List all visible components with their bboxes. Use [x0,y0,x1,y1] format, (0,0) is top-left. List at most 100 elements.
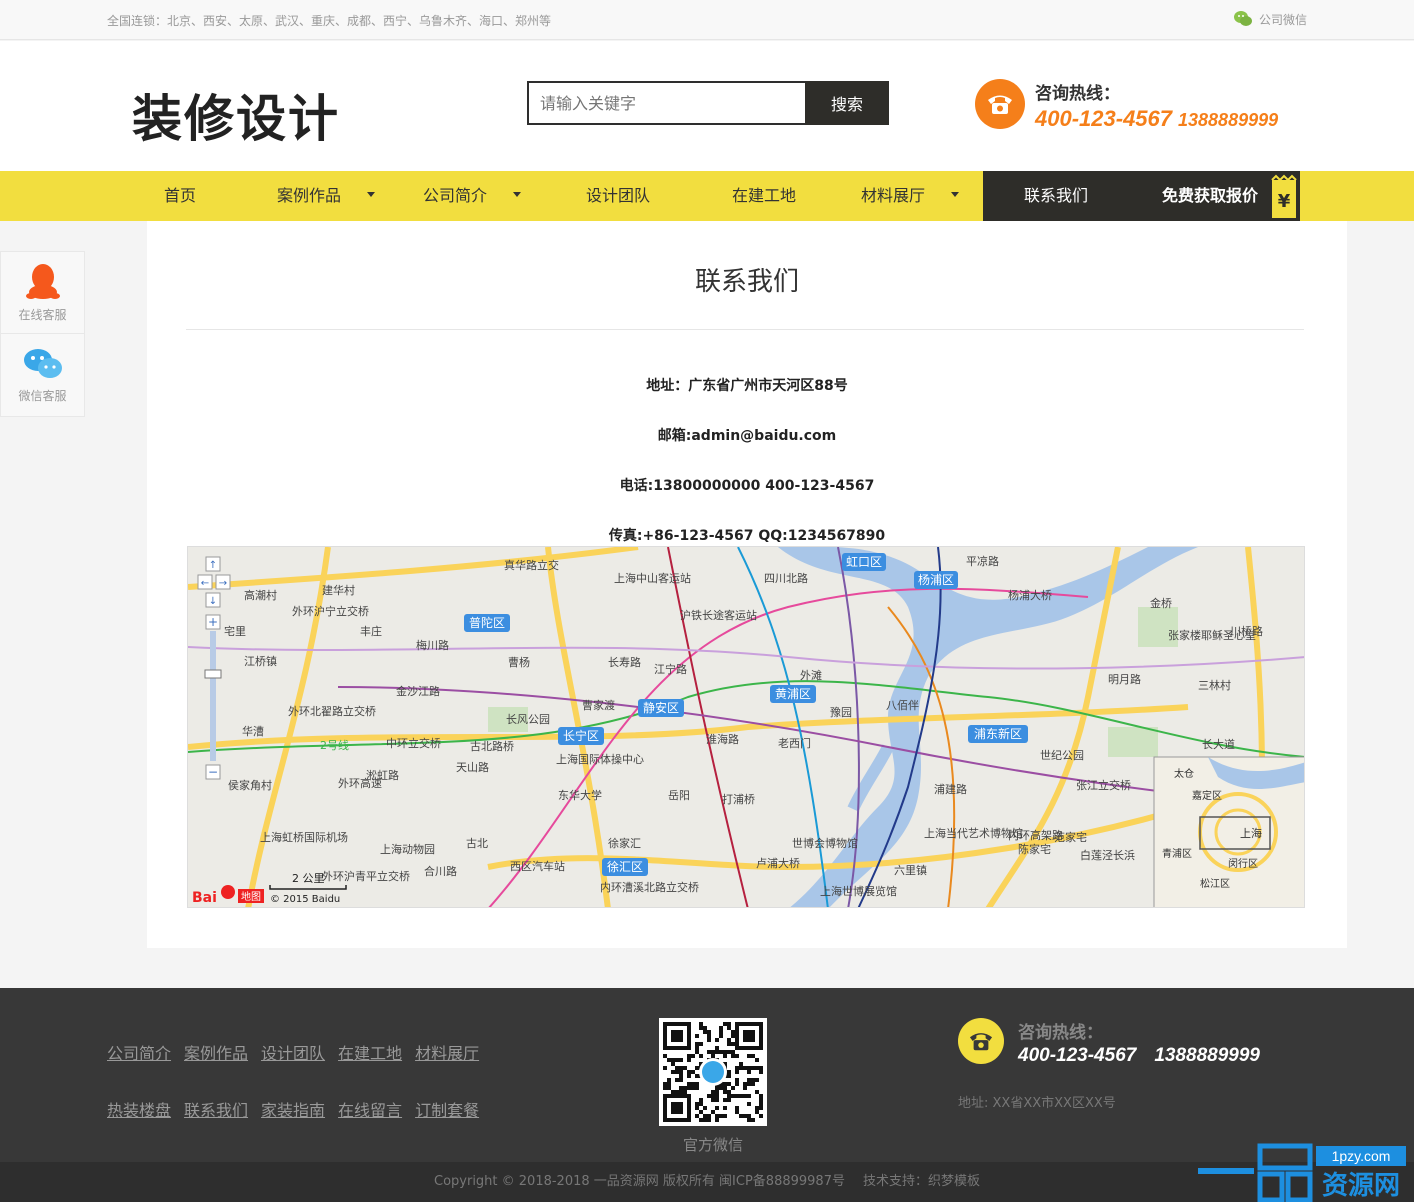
map-label: 东华大学 [558,788,602,802]
footer-hotline-number-1: 400-123-4567 [1018,1045,1137,1066]
map-label: 世博会博物馆 [792,836,858,850]
tech-support-text: 技术支持：织梦模板 [862,1174,980,1189]
footer-link[interactable]: 联系我们 [184,1097,248,1121]
footer-link[interactable]: 案例作品 [184,1040,248,1064]
map-label: 黄浦区 [775,687,811,701]
baidu-brand: Bai [192,890,217,906]
map-label: 徐汇区 [607,859,643,874]
footer-hotline-number-2: 1388889999 [1154,1045,1260,1066]
header-hotline: 咨询热线： 400-123-4567 1388889999 [975,79,1278,132]
map-label: 中环立交桥 [386,736,441,750]
map-label: 老西门 [778,736,811,750]
svg-text:←: ← [201,578,209,589]
map-label: 虹口区 [846,555,882,569]
map-label: 古北路桥 [470,740,514,753]
map-label: 杨浦大桥 [1008,588,1052,602]
phone-icon [975,79,1025,129]
map-label: 世纪公园 [1040,749,1084,762]
svg-text:太仓: 太仓 [1174,767,1194,780]
map-label: 豫园 [830,706,852,719]
caret-down-icon [951,192,959,197]
footer-link[interactable]: 家装指南 [261,1097,325,1121]
map-label: 天山路 [456,761,489,774]
baidu-map-label: 地图 [241,890,261,903]
map-label: 长风公园 [506,713,550,726]
map-overview[interactable]: 太仓 嘉定区 青浦区 上海 闵行区 松江区 [1153,756,1305,908]
contact-fax: 传真:+86-123-4567 QQ:1234567890 [608,528,886,544]
side-service-panel: 在线客服 微信客服 [0,251,85,417]
online-service-button[interactable]: 在线客服 [1,252,84,334]
map-label: 真华路立交 [504,558,559,572]
qq-icon [25,264,60,299]
site-watermark-logo: 1pzy.com 资源网 [1198,1143,1406,1202]
map-label: 浦建路 [934,782,967,796]
map-label: 外环北翟路立交桥 [288,704,376,718]
baidu-map[interactable]: 真华路立交 上海中山客运站 四川北路 平凉路 杨浦大桥 高潮村 建华村 外环沪宁… [187,546,1305,908]
nav-item-team[interactable]: 设计团队 [545,171,691,221]
nav-item-home[interactable]: 首页 [107,171,253,221]
phone-icon [958,1018,1004,1064]
map-label: 西区汽车站 [510,859,565,873]
hotline-label: 咨询热线： [1035,84,1120,104]
map-label: 建华村 [322,583,355,597]
nav-item-contact[interactable]: 联系我们 [983,171,1129,221]
map-label: 陈家宅 [1018,842,1051,856]
map-label: 三林村 [1198,678,1231,692]
wechat-service-button[interactable]: 微信客服 [1,334,84,416]
map-label: 上海动物园 [380,842,435,856]
map-label: 普陀区 [469,615,505,630]
wechat-icon [23,348,62,378]
footer-link[interactable]: 在线留言 [338,1097,402,1121]
caret-down-icon [513,192,521,197]
search-bar: 搜索 [527,81,889,125]
nav-item-sites[interactable]: 在建工地 [691,171,837,221]
map-label: 杨浦区 [918,572,954,587]
map-label: 外滩 [800,668,822,682]
map-label: 2号线 [320,738,349,752]
site-logo[interactable]: 装修设计 [132,79,340,151]
map-label: 高潮村 [244,588,277,602]
svg-text:上海: 上海 [1240,826,1262,840]
map-label: 沪铁长途客运站 [680,608,757,622]
map-label: 上海中山客运站 [614,571,691,585]
nav-item-about[interactable]: 公司简介 [399,171,545,221]
free-quote-button[interactable]: 免费获取报价 ¥ [1129,171,1300,221]
search-input[interactable] [527,81,805,125]
footer-link[interactable]: 材料展厅 [415,1040,479,1064]
footer-address: 地址: XX省XX市XX区XX号 [958,1096,1116,1111]
map-label: 江宁路 [654,662,687,676]
svg-text:松江区: 松江区 [1200,877,1230,890]
map-copyright: © 2015 Baidu [270,894,340,905]
footer-link[interactable]: 订制套餐 [415,1097,479,1121]
map-label: 四川北路 [764,572,808,585]
hotline-number-2: 1388889999 [1178,110,1279,130]
wechat-service-label: 微信客服 [18,388,67,403]
map-label: 川桥路 [1230,625,1263,638]
map-label: 范家宅 [1054,830,1087,844]
nav-item-cases[interactable]: 案例作品 [253,171,399,221]
footer-link[interactable]: 热装楼盘 [107,1097,171,1121]
footer-link[interactable]: 设计团队 [261,1040,325,1064]
svg-text:青浦区: 青浦区 [1162,847,1192,860]
header: 装修设计 搜索 咨询热线： 400-123-45671388889999 [0,41,1414,171]
nav-item-materials[interactable]: 材料展厅 [837,171,983,221]
footer-link[interactable]: 公司简介 [107,1040,171,1064]
company-wechat-link[interactable]: 公司微信 [1233,10,1307,28]
map-label: 曹杨 [508,655,530,669]
map-canvas[interactable]: 真华路立交 上海中山客运站 四川北路 平凉路 杨浦大桥 高潮村 建华村 外环沪宁… [188,547,1305,908]
map-label: 淞虹路 [366,769,399,782]
map-label: 浦东新区 [974,726,1022,741]
map-label: 古北 [466,837,488,850]
contact-content: 联系我们 地址：广东省广州市天河区88号 邮箱:admin@baidu.com … [147,221,1347,948]
map-label: 平凉路 [966,554,999,568]
svg-text:¥: ¥ [1278,191,1291,212]
main-nav: 首页 案例作品 公司简介 设计团队 在建工地 材料展厅 联系我们 免费获取报价 … [0,171,1414,221]
search-button[interactable]: 搜索 [805,81,889,125]
map-label: 内环漕溪北路立交桥 [600,880,699,894]
footer-link[interactable]: 在建工地 [338,1040,402,1064]
map-label: 长寿路 [608,655,641,669]
contact-email: 邮箱:admin@baidu.com [657,428,837,444]
price-tag-icon: ¥ [1271,174,1297,218]
map-label: 八佰伴 [886,699,919,712]
map-label: 华漕 [242,724,264,738]
